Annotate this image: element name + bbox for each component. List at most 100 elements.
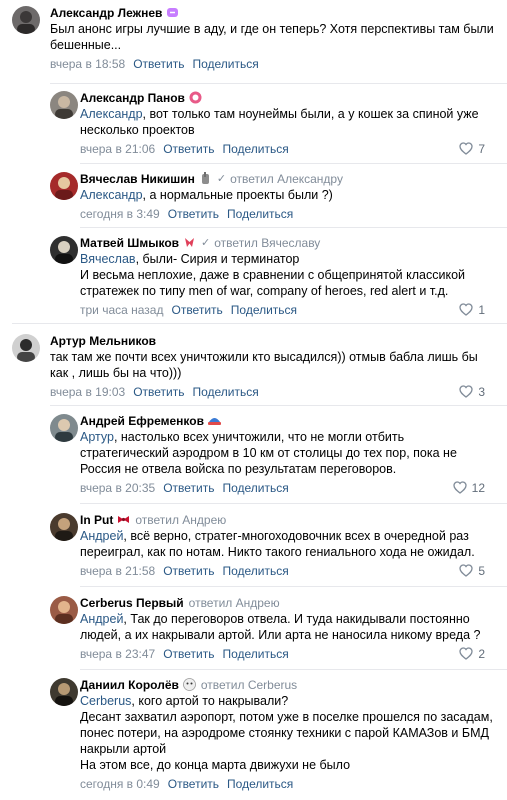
avatar[interactable]: [50, 172, 78, 200]
mention-link[interactable]: Вячеслав: [80, 252, 136, 266]
like-button[interactable]: 3: [459, 385, 485, 399]
divider: [80, 227, 507, 228]
comment-author[interactable]: Матвей Шмыков: [80, 236, 179, 250]
heart-icon: [452, 481, 467, 494]
like-count: 12: [471, 480, 485, 495]
comment-time[interactable]: вчера в 21:58: [80, 564, 155, 578]
share-button[interactable]: Поделиться: [227, 777, 293, 791]
comment-time[interactable]: вчера в 20:35: [80, 481, 155, 495]
like-count: 7: [478, 141, 485, 156]
comment-author[interactable]: Андрей Ефременков: [80, 414, 204, 428]
reply-to-label: ✓ ответил Александру: [216, 171, 343, 186]
reply-to-label: ✓ ответил Вячеславу: [201, 235, 321, 250]
like-count: 3: [478, 384, 485, 399]
sparkle-badge-icon: [166, 6, 179, 19]
bow-badge-icon: [117, 513, 130, 526]
share-button[interactable]: Поделиться: [192, 385, 258, 399]
divider: [12, 323, 507, 324]
avatar[interactable]: [50, 596, 78, 624]
comment-time[interactable]: вчера в 19:03: [50, 385, 125, 399]
comment-author[interactable]: In Put: [80, 513, 113, 527]
divider: [80, 669, 507, 670]
mention-link[interactable]: Cerberus: [80, 694, 131, 708]
heart-icon: [459, 142, 473, 155]
comment-author[interactable]: Артур Мельников: [50, 334, 156, 348]
reply-button[interactable]: Ответить: [163, 481, 214, 495]
like-button[interactable]: 12: [452, 480, 485, 495]
reply-button[interactable]: Ответить: [171, 303, 222, 317]
share-button[interactable]: Поделиться: [222, 564, 288, 578]
comment-author[interactable]: Александр Панов: [80, 91, 185, 105]
avatar[interactable]: [50, 414, 78, 442]
reply-to-label: ответил Андрею: [188, 595, 280, 610]
heart-icon: [459, 564, 473, 577]
share-button[interactable]: Поделиться: [227, 207, 293, 221]
reply-to-label: ответил Cerberus: [200, 677, 298, 692]
comment-text: Cerberus, кого артой то накрывали? Десан…: [80, 694, 493, 772]
comment-text: так там же почти всех уничтожили кто выс…: [50, 350, 478, 380]
avatar[interactable]: [12, 6, 40, 34]
comment-time[interactable]: три часа назад: [80, 303, 163, 317]
heart-icon: [459, 647, 473, 660]
share-button[interactable]: Поделиться: [222, 647, 288, 661]
avatar[interactable]: [50, 678, 78, 706]
hat-badge-icon: [207, 414, 221, 427]
comment-time[interactable]: сегодня в 0:49: [80, 777, 160, 791]
comment-time[interactable]: вчера в 21:06: [80, 142, 155, 156]
like-button[interactable]: 2: [459, 647, 485, 661]
comment-time[interactable]: вчера в 18:58: [50, 57, 125, 71]
reply-button[interactable]: Ответить: [133, 385, 184, 399]
comment-text: Артур, настолько всех уничтожили, что не…: [80, 430, 457, 476]
reply-button[interactable]: Ответить: [133, 57, 184, 71]
avatar[interactable]: [50, 91, 78, 119]
like-count: 5: [478, 563, 485, 578]
reply-arrow-icon: ✓: [216, 173, 227, 185]
mention-link[interactable]: Артур: [80, 430, 114, 444]
like-button[interactable]: 1: [459, 303, 485, 317]
divider: [50, 405, 507, 406]
divider: [80, 586, 507, 587]
share-button[interactable]: Поделиться: [222, 481, 288, 495]
avatar[interactable]: [50, 236, 78, 264]
avatar[interactable]: [12, 334, 40, 362]
reply-button[interactable]: Ответить: [163, 564, 214, 578]
reply-button[interactable]: Ответить: [168, 207, 219, 221]
reply-button[interactable]: Ответить: [163, 647, 214, 661]
heart-icon: [459, 303, 473, 316]
divider: [80, 163, 507, 164]
like-button[interactable]: 5: [459, 564, 485, 578]
reply-button[interactable]: Ответить: [163, 142, 214, 156]
comment-author[interactable]: Cerberus Первый: [80, 596, 184, 610]
mention-link[interactable]: Александр: [80, 188, 143, 202]
pink-circle-badge-icon: [189, 91, 202, 104]
comment-time[interactable]: сегодня в 3:49: [80, 207, 160, 221]
comment-text: Александр, а нормальные проекты были ?): [80, 188, 333, 202]
reply-arrow-icon: ✓: [201, 237, 211, 249]
divider: [80, 503, 507, 504]
face-badge-icon: [182, 678, 196, 691]
heart-icon: [459, 385, 473, 398]
like-button[interactable]: 7: [459, 142, 485, 156]
reply-button[interactable]: Ответить: [168, 777, 219, 791]
like-count: 1: [478, 302, 485, 317]
comment-text: Вячеслав, были- Сирия и терминатор И вес…: [80, 252, 466, 298]
mention-link[interactable]: Андрей: [80, 529, 123, 543]
reply-to-label: ответил Андрею: [135, 512, 227, 527]
mention-link[interactable]: Андрей: [80, 612, 123, 626]
avatar[interactable]: [50, 513, 78, 541]
like-count: 2: [478, 646, 485, 661]
share-button[interactable]: Поделиться: [222, 142, 288, 156]
comment-text: Был анонс игры лучшие в аду, и где он те…: [50, 22, 494, 52]
comment-text: Александр, вот только там ноунеймы были,…: [80, 107, 479, 137]
share-button[interactable]: Поделиться: [231, 303, 297, 317]
mention-link[interactable]: Александр: [80, 107, 143, 121]
comment-time[interactable]: вчера в 23:47: [80, 647, 155, 661]
ribbon-badge-icon: [183, 236, 196, 249]
comment-text: Андрей, всё верно, стратег-многоходовочн…: [80, 529, 475, 559]
hand-badge-icon: [199, 172, 212, 185]
comment-author[interactable]: Александр Лежнев: [50, 6, 162, 20]
share-button[interactable]: Поделиться: [192, 57, 258, 71]
comment-text: Андрей, Так до переговоров отвела. И туд…: [80, 612, 481, 642]
comment-author[interactable]: Даниил Королёв: [80, 678, 179, 692]
comment-author[interactable]: Вячеслав Никишин: [80, 172, 195, 186]
